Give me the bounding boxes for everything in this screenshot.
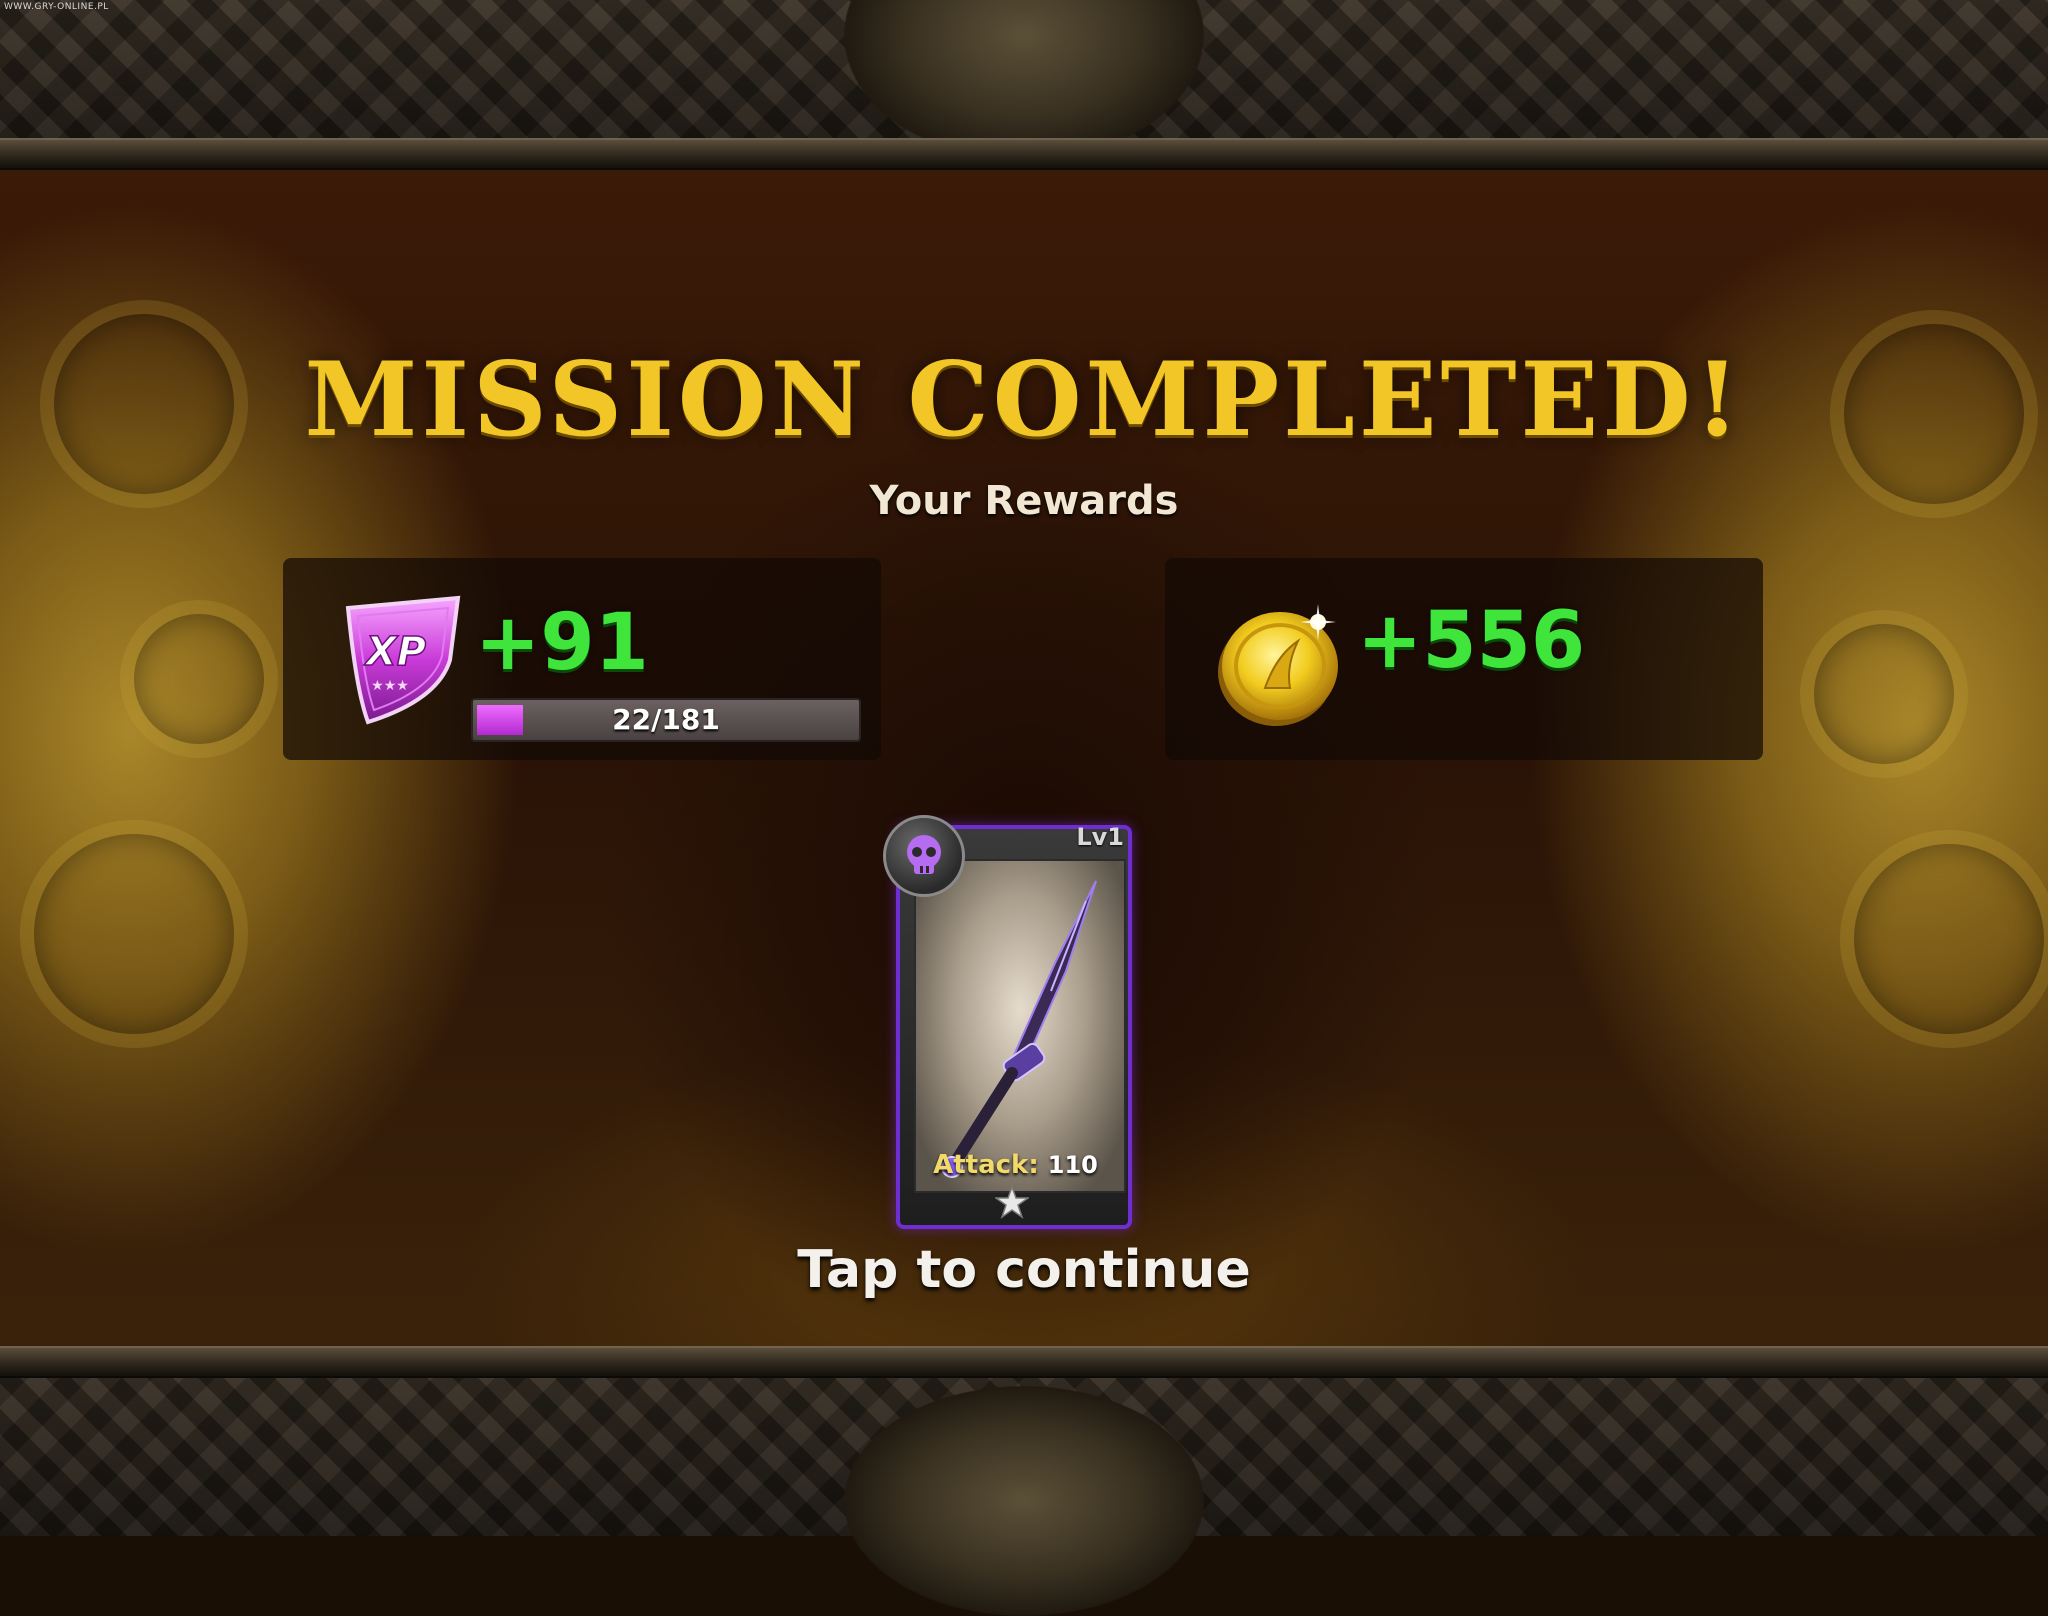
dagger-icon xyxy=(941,880,1097,1178)
gold-reward-panel: +556 xyxy=(1165,558,1763,760)
item-card-art xyxy=(914,859,1126,1193)
xp-progress-bar: 22/181 xyxy=(471,698,861,742)
top-medallion xyxy=(844,0,1204,160)
attack-value: 110 xyxy=(1047,1151,1098,1179)
svg-text:XP: XP xyxy=(363,629,426,675)
gold-coin-icon xyxy=(1218,604,1338,726)
xp-shield-icon: XP ★★★ xyxy=(345,595,461,725)
watermark: WWW.GRY-ONLINE.PL xyxy=(4,2,109,12)
gold-gain-value: +556 xyxy=(1357,596,1586,686)
skull-rarity-badge xyxy=(883,815,965,897)
xp-reward-panel: XP ★★★ +91 22/181 xyxy=(283,558,881,760)
attack-label: Attack: xyxy=(933,1150,1039,1180)
mission-completed-title: MISSION COMPLETED! xyxy=(304,340,1744,460)
xp-progress-text: 22/181 xyxy=(612,703,720,736)
star-icon xyxy=(995,1185,1029,1219)
bottom-stone-frame xyxy=(0,1346,2048,1616)
item-reward-card[interactable]: Lv1 Attack: 110 xyxy=(883,815,1138,1232)
item-attack-stat: Attack: 110 xyxy=(893,1150,1138,1180)
rewards-subtitle: Your Rewards xyxy=(869,478,1179,524)
item-level: Lv1 xyxy=(1076,823,1124,851)
top-stone-frame xyxy=(0,0,2048,170)
skull-icon xyxy=(907,835,941,874)
tap-to-continue-text[interactable]: Tap to continue xyxy=(0,1240,2048,1300)
svg-text:★★★: ★★★ xyxy=(371,678,409,694)
xp-gain-value: +91 xyxy=(475,598,649,688)
bottom-medallion xyxy=(844,1386,1204,1616)
